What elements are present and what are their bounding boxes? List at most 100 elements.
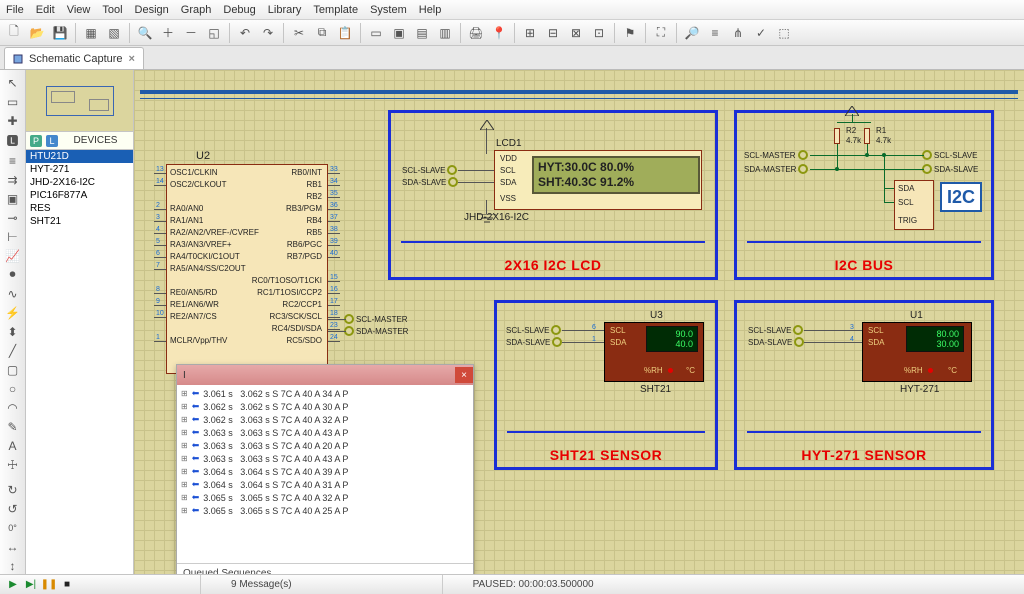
tool-bus-icon[interactable]: ⇉ — [2, 171, 24, 188]
menu-view[interactable]: View — [67, 4, 91, 16]
tb-check-icon[interactable]: ✓ — [750, 22, 772, 44]
tool-mirv-icon[interactable]: ↕ — [2, 557, 24, 574]
tool-component-icon[interactable]: ▭ — [2, 93, 24, 110]
tool-path-icon[interactable]: ✎ — [2, 418, 24, 435]
device-item[interactable]: SHT21 — [26, 215, 133, 228]
menu-template[interactable]: Template — [313, 4, 358, 16]
tb-sheet-icon[interactable]: ▦ — [80, 22, 102, 44]
tool-terminal-icon[interactable]: ⊸ — [2, 209, 24, 226]
tb-cut-icon[interactable]: ✂ — [288, 22, 310, 44]
device-item[interactable]: JHD-2X16-I2C — [26, 176, 133, 189]
tb-block1-icon[interactable]: ▭ — [365, 22, 387, 44]
tb-new-icon[interactable]: 🗋 — [3, 22, 25, 44]
status-messages[interactable]: 9 Message(s) — [200, 575, 322, 594]
console-titlebar[interactable]: I × — [177, 365, 473, 385]
knob-icon[interactable] — [928, 368, 933, 373]
tb-save-icon[interactable]: 💾 — [49, 22, 71, 44]
expand-icon[interactable]: ⊞ — [181, 467, 188, 476]
tb-undo-icon[interactable]: ↶ — [234, 22, 256, 44]
tb-zoomin-icon[interactable]: ＋ — [157, 22, 179, 44]
menu-system[interactable]: System — [370, 4, 407, 16]
tb-zoomarea-icon[interactable]: 🔍 — [134, 22, 156, 44]
tb-paste-icon[interactable]: 📋 — [334, 22, 356, 44]
tool-select-icon[interactable]: ↖ — [2, 74, 24, 91]
tb-lib4-icon[interactable]: ⊡ — [588, 22, 610, 44]
tool-symbol-icon[interactable]: ☩ — [2, 456, 24, 473]
knob-icon[interactable] — [668, 368, 673, 373]
menu-design[interactable]: Design — [135, 4, 169, 16]
tab-close-icon[interactable]: × — [129, 53, 135, 65]
stop-icon[interactable]: ■ — [60, 578, 74, 592]
tb-db-icon[interactable]: ⬚ — [773, 22, 795, 44]
expand-icon[interactable]: ⊞ — [181, 454, 188, 463]
tool-subckt-icon[interactable]: ▣ — [2, 190, 24, 207]
menu-tool[interactable]: Tool — [102, 4, 122, 16]
devices-list[interactable]: HTU21D HYT-271 JHD-2X16-I2C PIC16F877A R… — [26, 150, 133, 574]
menu-library[interactable]: Library — [268, 4, 302, 16]
device-item[interactable]: PIC16F877A — [26, 189, 133, 202]
menu-edit[interactable]: Edit — [36, 4, 55, 16]
tb-marker-icon[interactable]: 📍 — [488, 22, 510, 44]
tb-bom-icon[interactable]: ≡ — [704, 22, 726, 44]
tool-circle-icon[interactable]: ○ — [2, 380, 24, 397]
tb-lib3-icon[interactable]: ⊠ — [565, 22, 587, 44]
tool-mirh-icon[interactable]: ↔ — [2, 538, 24, 555]
console-body[interactable]: ⊞⬅3.061 s 3.062 s S 7C A 40 A 34 A P⊞⬅3.… — [177, 385, 473, 563]
tool-rotcw-icon[interactable]: ↻ — [2, 481, 24, 498]
tool-box-icon[interactable]: ▢ — [2, 361, 24, 378]
expand-icon[interactable]: ⊞ — [181, 402, 188, 411]
tool-text-icon[interactable]: ≡ — [2, 152, 24, 169]
device-item[interactable]: HTU21D — [26, 150, 133, 163]
tb-block4-icon[interactable]: ▥ — [434, 22, 456, 44]
tool-actuator-icon[interactable]: ⬍ — [2, 323, 24, 340]
tb-find-icon[interactable]: 🔎 — [681, 22, 703, 44]
console-close-icon[interactable]: × — [455, 367, 473, 383]
menu-graph[interactable]: Graph — [181, 4, 212, 16]
r1[interactable] — [864, 128, 870, 144]
tb-lib2-icon[interactable]: ⊟ — [542, 22, 564, 44]
tb-zoomfit-icon[interactable]: ◱ — [203, 22, 225, 44]
expand-icon[interactable]: ⊞ — [181, 506, 188, 515]
schematic-canvas[interactable]: U2 2X16 I2C LCD LCD1 JHD-2X16-I2C HYT:30… — [134, 70, 1024, 574]
tab-schematic[interactable]: Schematic Capture × — [4, 47, 144, 69]
tool-tape-icon[interactable]: ⏺ — [2, 266, 24, 283]
tool-pin-icon[interactable]: ⊢ — [2, 228, 24, 245]
tool-label-icon[interactable]: 🅻 — [2, 131, 24, 150]
pause-icon[interactable]: ❚❚ — [42, 578, 56, 592]
tb-lib1-icon[interactable]: ⊞ — [519, 22, 541, 44]
tool-angle-icon[interactable]: 0° — [2, 519, 24, 536]
expand-icon[interactable]: ⊞ — [181, 415, 188, 424]
tb-print-icon[interactable]: 🖨 — [465, 22, 487, 44]
tool-graph-icon[interactable]: 📈 — [2, 247, 24, 264]
play-icon[interactable]: ▶ — [6, 578, 20, 592]
expand-icon[interactable]: ⊞ — [181, 493, 188, 502]
menu-file[interactable]: File — [6, 4, 24, 16]
tool-arc-icon[interactable]: ◠ — [2, 399, 24, 416]
tb-block3-icon[interactable]: ▤ — [411, 22, 433, 44]
tb-zoomout-icon[interactable]: － — [180, 22, 202, 44]
lib-button[interactable]: L — [46, 135, 58, 147]
tool-gen-icon[interactable]: ∿ — [2, 285, 24, 302]
pick-button[interactable]: P — [30, 135, 42, 147]
tb-net-icon[interactable]: ⋔ — [727, 22, 749, 44]
device-item[interactable]: RES — [26, 202, 133, 215]
expand-icon[interactable]: ⊞ — [181, 480, 188, 489]
debug-console[interactable]: I × ⊞⬅3.061 s 3.062 s S 7C A 40 A 34 A P… — [176, 364, 474, 574]
tb-block2-icon[interactable]: ▣ — [388, 22, 410, 44]
tool-line-icon[interactable]: ╱ — [2, 342, 24, 359]
tool-junction-icon[interactable]: ✚ — [2, 112, 24, 129]
tb-open-icon[interactable]: 📂 — [26, 22, 48, 44]
tb-copy-icon[interactable]: ⧉ — [311, 22, 333, 44]
tb-erc-icon[interactable]: ⚑ — [619, 22, 641, 44]
device-item[interactable]: HYT-271 — [26, 163, 133, 176]
step-icon[interactable]: ▶| — [24, 578, 38, 592]
expand-icon[interactable]: ⊞ — [181, 389, 188, 398]
expand-icon[interactable]: ⊞ — [181, 428, 188, 437]
r2[interactable] — [834, 128, 840, 144]
menu-help[interactable]: Help — [419, 4, 442, 16]
i2c-box[interactable]: I2C — [940, 182, 982, 212]
tb-area-icon[interactable]: ▧ — [103, 22, 125, 44]
menu-debug[interactable]: Debug — [223, 4, 255, 16]
tool-probe-icon[interactable]: ⚡ — [2, 304, 24, 321]
tool-rotccw-icon[interactable]: ↺ — [2, 500, 24, 517]
